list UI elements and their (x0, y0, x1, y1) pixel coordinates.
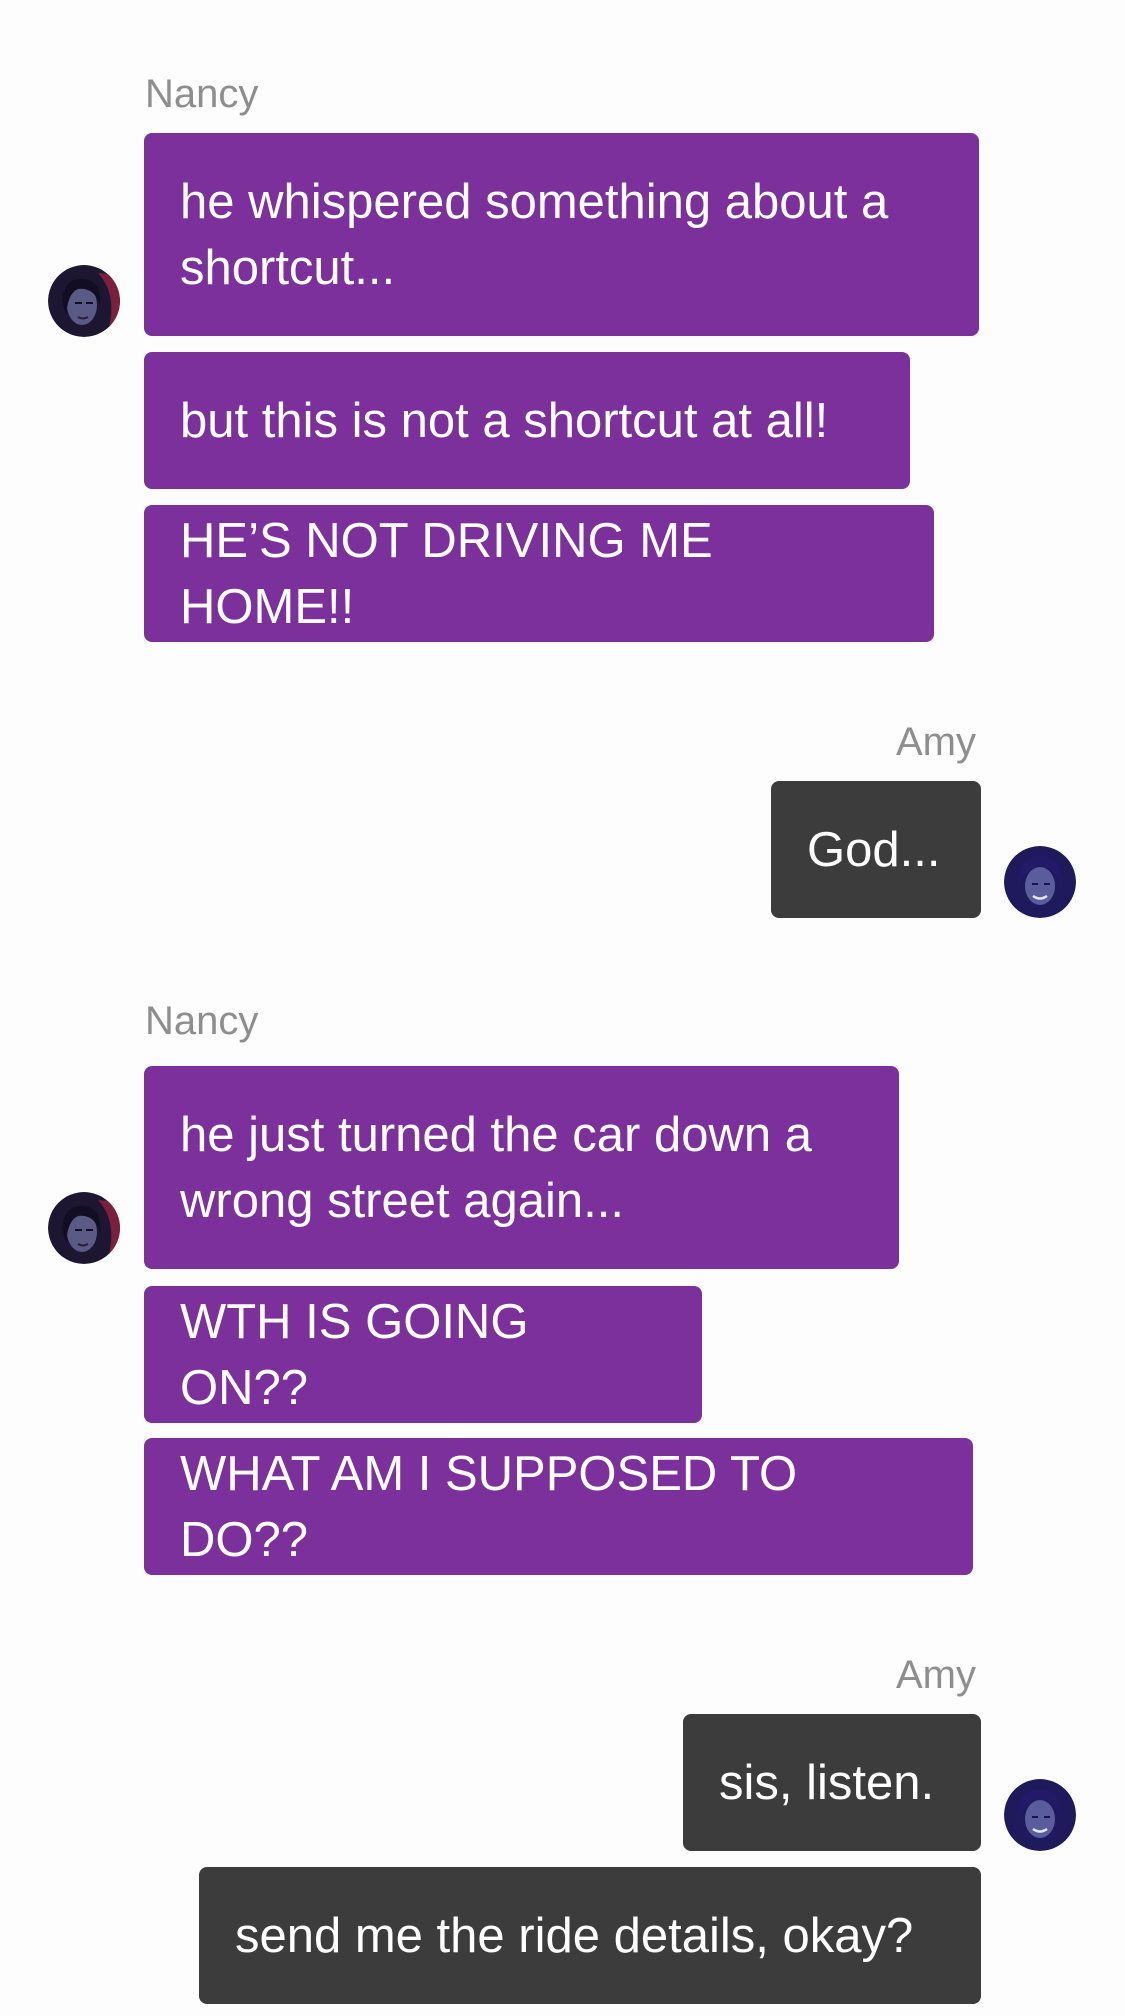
message-bubble[interactable]: WTH IS GOING ON?? (144, 1286, 702, 1423)
message-bubble[interactable]: sis, listen. (683, 1714, 981, 1851)
nancy-avatar-icon[interactable] (48, 1192, 120, 1264)
amy-avatar-icon[interactable] (1004, 846, 1076, 918)
sender-name-nancy: Nancy (145, 999, 259, 1043)
message-bubble[interactable]: he whispered something about a shortcut.… (144, 133, 979, 336)
message-bubble[interactable]: WHAT AM I SUPPOSED TO DO?? (144, 1438, 973, 1575)
amy-avatar-icon[interactable] (1004, 1779, 1076, 1851)
sender-name-nancy: Nancy (145, 72, 259, 116)
sender-name-amy: Amy (896, 1653, 976, 1697)
message-bubble[interactable]: but this is not a shortcut at all! (144, 352, 910, 489)
nancy-avatar-icon[interactable] (48, 265, 120, 337)
message-bubble[interactable]: HE’S NOT DRIVING ME HOME!! (144, 505, 934, 642)
sender-name-amy: Amy (896, 720, 976, 764)
message-bubble[interactable]: send me the ride details, okay? (199, 1867, 981, 2004)
message-bubble[interactable]: God... (771, 781, 981, 918)
message-bubble[interactable]: he just turned the car down a wrong stre… (144, 1066, 899, 1269)
